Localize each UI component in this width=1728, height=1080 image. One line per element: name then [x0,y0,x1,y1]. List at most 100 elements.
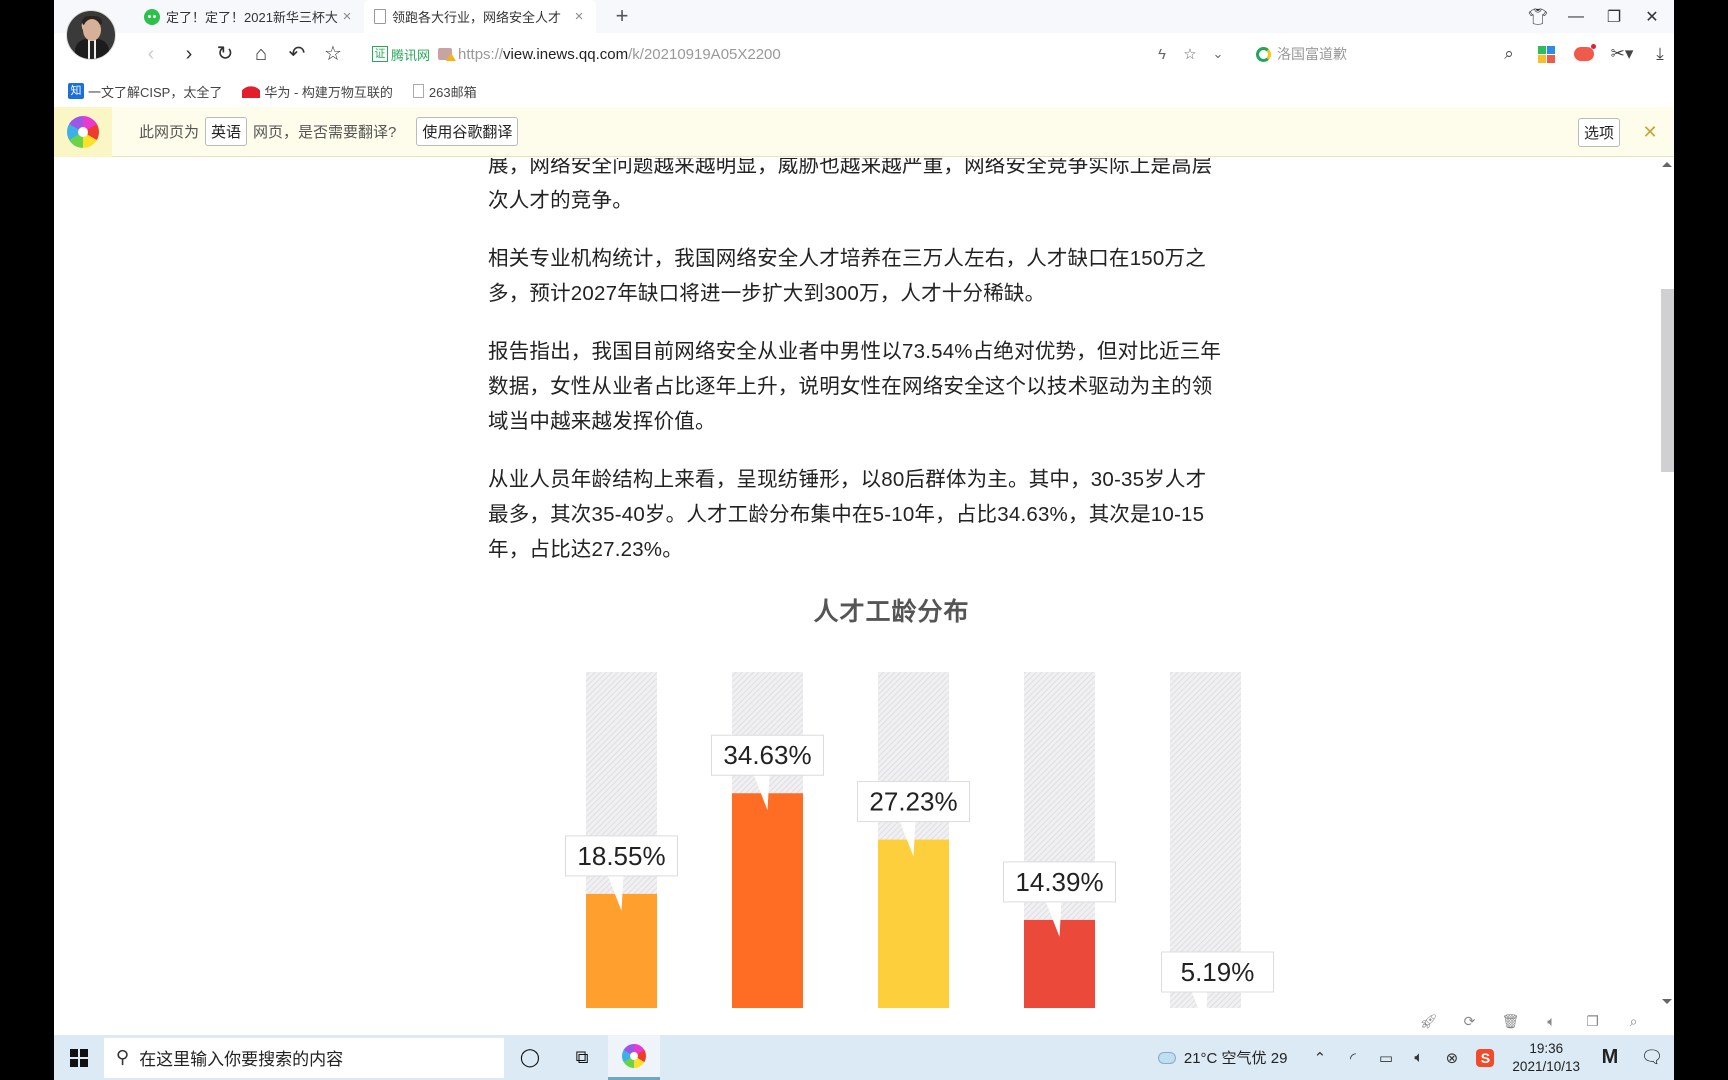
close-window-button[interactable]: ✕ [1633,7,1671,27]
forward-button[interactable]: › [176,41,202,67]
speed-mode-icon[interactable]: ϟ [1148,46,1176,63]
close-translate-icon[interactable]: ✕ [1626,122,1674,143]
back-button[interactable]: ‹ [138,41,164,67]
start-button[interactable] [54,1035,104,1080]
apps-grid-icon[interactable] [1538,45,1555,63]
url-protocol: https:// [458,45,504,63]
bookmark-label: 一文了解CISP，太全了 [88,84,223,100]
bar [732,793,803,1010]
undo-close-button[interactable]: ↶ [284,41,310,67]
bookmark-cisp[interactable]: 知 一文了解CISP，太全了 [68,82,222,101]
chevron-up-icon[interactable]: ⌃ [1303,1049,1336,1067]
work-experience-chart: 人才工龄分布 18.55% 34.63% 27.23% 14.39% 5.19% [534,580,1294,1020]
skin-icon[interactable]: 👕︎ [1519,7,1557,27]
address-actions: ϟ ☆ ⌄ [1148,41,1232,67]
toolbar-icons: ⌕ ✂▾ ⤓ ☰ [1490,41,1674,67]
address-bar[interactable]: 证 腾讯网 https:// view.inews.qq.com /k/2021… [372,41,781,67]
data-label: 14.39% [1003,861,1116,937]
lock-warning-icon[interactable] [438,48,457,61]
tab-wechat-article[interactable]: 定了！定了！2021新华三杯大 × [134,0,364,33]
search-icon: ⚲ [116,1047,130,1067]
article-paragraph: 从业人员年龄结构上来看，呈现纺锤形，以80后群体为主。其中，30-35岁人才最多… [488,468,1207,561]
refresh-plus-icon[interactable]: ⟳ [1449,1013,1490,1030]
data-label-text: 27.23% [869,787,957,817]
taskbar-browser-app[interactable] [608,1035,660,1080]
windows-logo-icon [70,1048,88,1067]
app-tray-icon[interactable]: M [1590,1046,1630,1069]
download-icon[interactable]: ⤓ [1641,44,1674,64]
cortana-button[interactable]: ◯ [504,1035,556,1080]
system-tray: 21°C 空气优 29 ⌃ ◜ ▭ 🔈︎ ⊗ S 19:36 2021/10/1… [1157,1035,1674,1080]
bar [878,839,949,1010]
notification-center-icon[interactable]: 🗨︎ [1630,1047,1674,1068]
bookmark-huawei[interactable]: 华为 - 构建万物互联的 [242,82,393,101]
network-error-icon[interactable]: ⊗ [1435,1049,1468,1067]
speaker-icon[interactable]: 🔈︎ [1531,1013,1572,1030]
scroll-thumb[interactable] [1661,289,1674,472]
tab-title: 领跑各大行业，网络安全人才 [392,10,562,25]
google-translate-button[interactable]: 使用谷歌翻译 [416,117,519,146]
task-view-button[interactable]: ⧉ [556,1035,608,1080]
browser-window: 定了！定了！2021新华三杯大 × 领跑各大行业，网络安全人才 × + 👕︎ —… [54,0,1674,1035]
system-clock[interactable]: 19:36 2021/10/13 [1512,1040,1580,1076]
search-icon[interactable]: ⌕ [1490,44,1528,64]
battery-icon[interactable]: ▭ [1369,1049,1402,1067]
restore-button[interactable]: ❐ [1595,7,1633,27]
url-host: view.inews.qq.com [503,45,629,63]
article-paragraph: 相关专业机构统计，我国网络安全人才培养在三万人左右，人才缺口在150万之多，预计… [488,247,1206,305]
url-path: /k/20210919A05X2200 [628,45,781,63]
bookmark-label: 华为 - 构建万物互联的 [264,84,393,100]
sogou-ime-icon[interactable]: S [1476,1048,1495,1067]
article-paragraph: 报告指出，我国目前网络安全从业者中男性以73.54%占绝对优势，但对比近三年数据… [488,340,1222,433]
search-engine-logo-icon [1256,46,1271,62]
chevron-down-icon[interactable]: ⌄ [1204,46,1232,62]
screen: 定了！定了！2021新华三杯大 × 领跑各大行业，网络安全人才 × + 👕︎ —… [0,0,1728,1080]
browser-logo [54,106,112,157]
data-label-text: 14.39% [1015,867,1103,897]
data-label-text: 18.55% [577,841,665,871]
reload-button[interactable]: ↻ [212,41,238,67]
bookmarks-bar: 知 一文了解CISP，太全了 华为 - 构建万物互联的 263邮箱 [54,75,1674,107]
language-select[interactable]: 英语 [205,117,248,146]
window-icon[interactable]: ❐ [1572,1013,1613,1030]
bookmark-263mail[interactable]: 263邮箱 [412,82,477,101]
page-icon [412,84,424,98]
favorite-button[interactable]: ☆ [320,41,346,67]
pinwheel-logo-icon [67,115,99,148]
data-label: 34.63% [711,734,824,811]
tab-close-icon[interactable]: × [340,8,354,25]
translate-actions: 选项 ✕ [1572,107,1674,157]
trash-icon[interactable]: 🗑︎ [1490,1013,1531,1030]
minimize-button[interactable]: — [1557,8,1595,26]
user-avatar[interactable] [66,10,116,60]
weather-widget[interactable]: 21°C 空气优 29 [1157,1047,1288,1068]
weather-text: 21°C 空气优 29 [1183,1050,1288,1067]
translate-question: 网页，是否需要翻译? [253,124,397,141]
scroll-up-arrow-icon[interactable] [1662,162,1672,167]
home-button[interactable]: ⌂ [248,41,274,67]
wifi-icon[interactable]: ◜ [1336,1049,1369,1067]
status-bar-icons: 🚀︎ ⟳ 🗑︎ 🔈︎ ❐ ⌕ [1408,1008,1654,1035]
site-name: 腾讯网 [391,47,431,63]
tab-close-icon[interactable]: × [572,8,586,25]
search-icon[interactable]: ⌕ [1613,1013,1654,1030]
search-box[interactable]: 洛国富道歉 [1256,41,1347,67]
document-icon [374,9,386,24]
bar [586,893,657,1010]
vertical-scrollbar[interactable] [1659,158,1674,1008]
navigation-bar: ‹ › ↻ ⌂ ↶ ☆ 证 腾讯网 https:// view.inews.qq… [54,33,1674,75]
taskbar-search-placeholder: 在这里输入你要搜索的内容 [139,1050,344,1069]
game-icon[interactable] [1574,44,1596,61]
options-button[interactable]: 选项 [1577,117,1620,147]
taskbar-search-input[interactable]: ⚲ 在这里输入你要搜索的内容 [104,1037,504,1078]
add-favorite-icon[interactable]: ☆ [1176,45,1204,63]
screenshot-scissors-icon[interactable]: ✂▾ [1603,44,1641,64]
scroll-down-arrow-icon[interactable] [1662,999,1672,1004]
volume-icon[interactable]: 🔈︎ [1402,1049,1435,1066]
translate-prefix: 此网页为 [139,124,200,141]
bookmark-label: 263邮箱 [428,84,477,100]
certificate-icon[interactable]: 证 [372,46,388,62]
tab-active-article[interactable]: 领跑各大行业，网络安全人才 × [364,0,596,33]
new-tab-button[interactable]: + [609,3,635,29]
rocket-icon[interactable]: 🚀︎ [1408,1013,1449,1030]
